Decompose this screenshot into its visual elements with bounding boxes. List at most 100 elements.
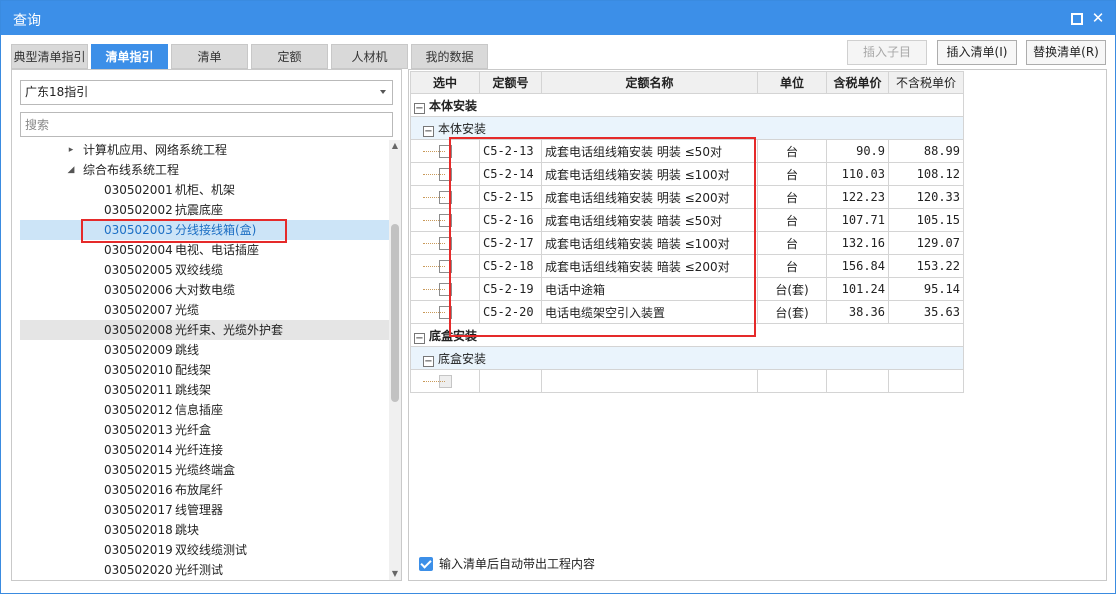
insert-list-button[interactable]: 插入清单(I) [937,40,1017,65]
tab-quota[interactable]: 定额 [251,44,328,69]
tree-item-label: 大对数电缆 [175,283,236,297]
expand-arrow-icon[interactable]: ▸ [66,140,76,160]
close-icon[interactable]: ✕ [1091,11,1105,26]
scroll-up-icon[interactable]: ▲ [389,140,401,152]
tab-typical-guide[interactable]: 典型清单指引 [11,44,88,69]
auto-content-label: 输入清单后自动带出工程内容 [439,557,596,571]
quota-grid-panel: 选中 定额号 定额名称 单位 含税单价 不含税单价 − 本体安装 − 本体安装 C5… [408,69,1107,581]
header-unit[interactable]: 单位 [757,71,827,94]
tree-item[interactable]: 030502012 信息插座 [20,400,389,420]
quota-unit: 台 [757,139,827,163]
tree-item[interactable]: 030502004 电视、电话插座 [20,240,389,260]
tree-item[interactable]: 030502002 抗震底座 [20,200,389,220]
empty-row[interactable] [410,369,964,393]
scroll-down-icon[interactable]: ▼ [389,568,401,580]
row-select-cell[interactable] [410,162,480,186]
collapse-icon[interactable]: − [414,332,425,344]
quota-row[interactable]: C5-2-15 成套电话组线箱安装 明装 ≤200对台 122.23 120.33 [410,185,964,209]
tree-item[interactable]: 030502005 双绞线缆 [20,260,389,280]
guide-select[interactable]: 广东18指引 [20,80,393,105]
quota-row[interactable]: C5-2-18 成套电话组线箱安装 暗装 ≤200对台 156.84 153.22 [410,254,964,278]
tree-item-label: 布放尾纤 [175,483,224,497]
tree-item-code: 030502002 [104,203,173,217]
tree-item-code: 030502016 [104,483,173,497]
tree-item[interactable]: 030502010 配线架 [20,360,389,380]
collapse-icon[interactable]: − [414,102,425,114]
row-select-cell[interactable] [410,231,480,255]
replace-list-button[interactable]: 替换清单(R) [1026,40,1106,65]
scroll-thumb[interactable] [391,224,399,402]
collapse-icon[interactable]: − [423,355,434,367]
tree-item[interactable]: 030502011 跳线架 [20,380,389,400]
row-select-cell[interactable] [410,277,480,301]
title-bar[interactable]: 查询 ✕ [1,1,1115,35]
group-row[interactable]: − 底盒安装 [410,323,964,347]
subgroup-row[interactable]: − 本体安装 [410,116,964,140]
header-tax-price[interactable]: 含税单价 [826,71,889,94]
row-select-cell[interactable] [410,208,480,232]
quota-row[interactable]: C5-2-14 成套电话组线箱安装 明装 ≤100对台 110.03 108.12 [410,162,964,186]
row-select-cell[interactable] [410,254,480,278]
quota-row[interactable]: C5-2-20 电话电缆架空引入装置 台(套) 38.36 35.63 [410,300,964,324]
tree-connector [423,197,445,198]
search-input[interactable] [20,112,393,137]
collapse-icon[interactable]: − [423,125,434,137]
tree-item[interactable]: 030502013 光纤盒 [20,420,389,440]
quota-grid: 选中 定额号 定额名称 单位 含税单价 不含税单价 − 本体安装 − 本体安装 C5… [410,71,964,393]
tree-item-code: 030502009 [104,343,173,357]
notax-price: 108.12 [888,162,964,186]
tree-item-code: 030502010 [104,363,173,377]
tree-item-code: 030502019 [104,543,173,557]
row-select-cell[interactable] [410,300,480,324]
quota-name: 成套电话组线箱安装 明装 ≤200对 [541,185,758,209]
tree-item[interactable]: ◢ 综合布线系统工程 [20,160,389,180]
tree-item-code: 030502020 [104,563,173,577]
tab-my-data[interactable]: 我的数据 [411,44,488,69]
tree-item[interactable]: 030502018 跳块 [20,520,389,540]
quota-code: C5-2-17 [479,231,542,255]
notax-price: 129.07 [888,231,964,255]
header-selected[interactable]: 选中 [410,71,480,94]
tab-list-guide[interactable]: 清单指引 [91,44,168,69]
insert-child-button[interactable]: 插入子目 [847,40,927,65]
maximize-icon[interactable] [1069,11,1083,25]
notax-price: 153.22 [888,254,964,278]
tree-item[interactable]: 030502016 布放尾纤 [20,480,389,500]
quota-row[interactable]: C5-2-19 电话中途箱 台(套) 101.24 95.14 [410,277,964,301]
header-quota-code[interactable]: 定额号 [479,71,542,94]
tree-item[interactable]: 030502007 光缆 [20,300,389,320]
group-label: 本体安装 [429,98,478,113]
tax-price: 90.9 [826,139,889,163]
tree-scrollbar[interactable]: ▲ ▼ [389,140,401,580]
tree-item[interactable]: 030502008 光纤束、光缆外护套 [20,320,389,340]
tree-item[interactable]: 030502014 光纤连接 [20,440,389,460]
tree-item[interactable]: ▸ 计算机应用、网络系统工程 [20,140,389,160]
tree-item[interactable]: 030502009 跳线 [20,340,389,360]
group-row[interactable]: − 本体安装 [410,93,964,117]
row-select-cell[interactable] [410,369,480,393]
auto-content-checkbox[interactable] [419,557,433,571]
tab-labor-material[interactable]: 人材机 [331,44,408,69]
tree-item-label: 双绞线缆测试 [175,543,248,557]
row-select-cell[interactable] [410,185,480,209]
header-notax-price[interactable]: 不含税单价 [888,71,964,94]
row-select-cell[interactable] [410,139,480,163]
tree-item[interactable]: 030502015 光缆终端盒 [20,460,389,480]
tree-item[interactable]: 030502003 分线接线箱(盒) [20,220,389,240]
header-quota-name[interactable]: 定额名称 [541,71,758,94]
tree-item[interactable]: 030502017 线管理器 [20,500,389,520]
quota-row[interactable]: C5-2-16 成套电话组线箱安装 暗装 ≤50对台 107.71 105.15 [410,208,964,232]
tax-price: 107.71 [826,208,889,232]
tree-item[interactable]: 030502019 双绞线缆测试 [20,540,389,560]
tree-item[interactable]: 030502006 大对数电缆 [20,280,389,300]
quota-row[interactable]: C5-2-13 成套电话组线箱安装 明装 ≤50对台 90.9 88.99 [410,139,964,163]
subgroup-row[interactable]: − 底盒安装 [410,346,964,370]
tree-item[interactable]: 030502020 光纤测试 [20,560,389,580]
tree-item[interactable]: 030502001 机柜、机架 [20,180,389,200]
tab-list[interactable]: 清单 [171,44,248,69]
quota-row[interactable]: C5-2-17 成套电话组线箱安装 暗装 ≤100对台 132.16 129.07 [410,231,964,255]
collapse-arrow-icon[interactable]: ◢ [66,160,76,180]
tree-connector [423,220,445,221]
quota-name: 成套电话组线箱安装 暗装 ≤100对 [541,231,758,255]
quota-unit: 台 [757,208,827,232]
